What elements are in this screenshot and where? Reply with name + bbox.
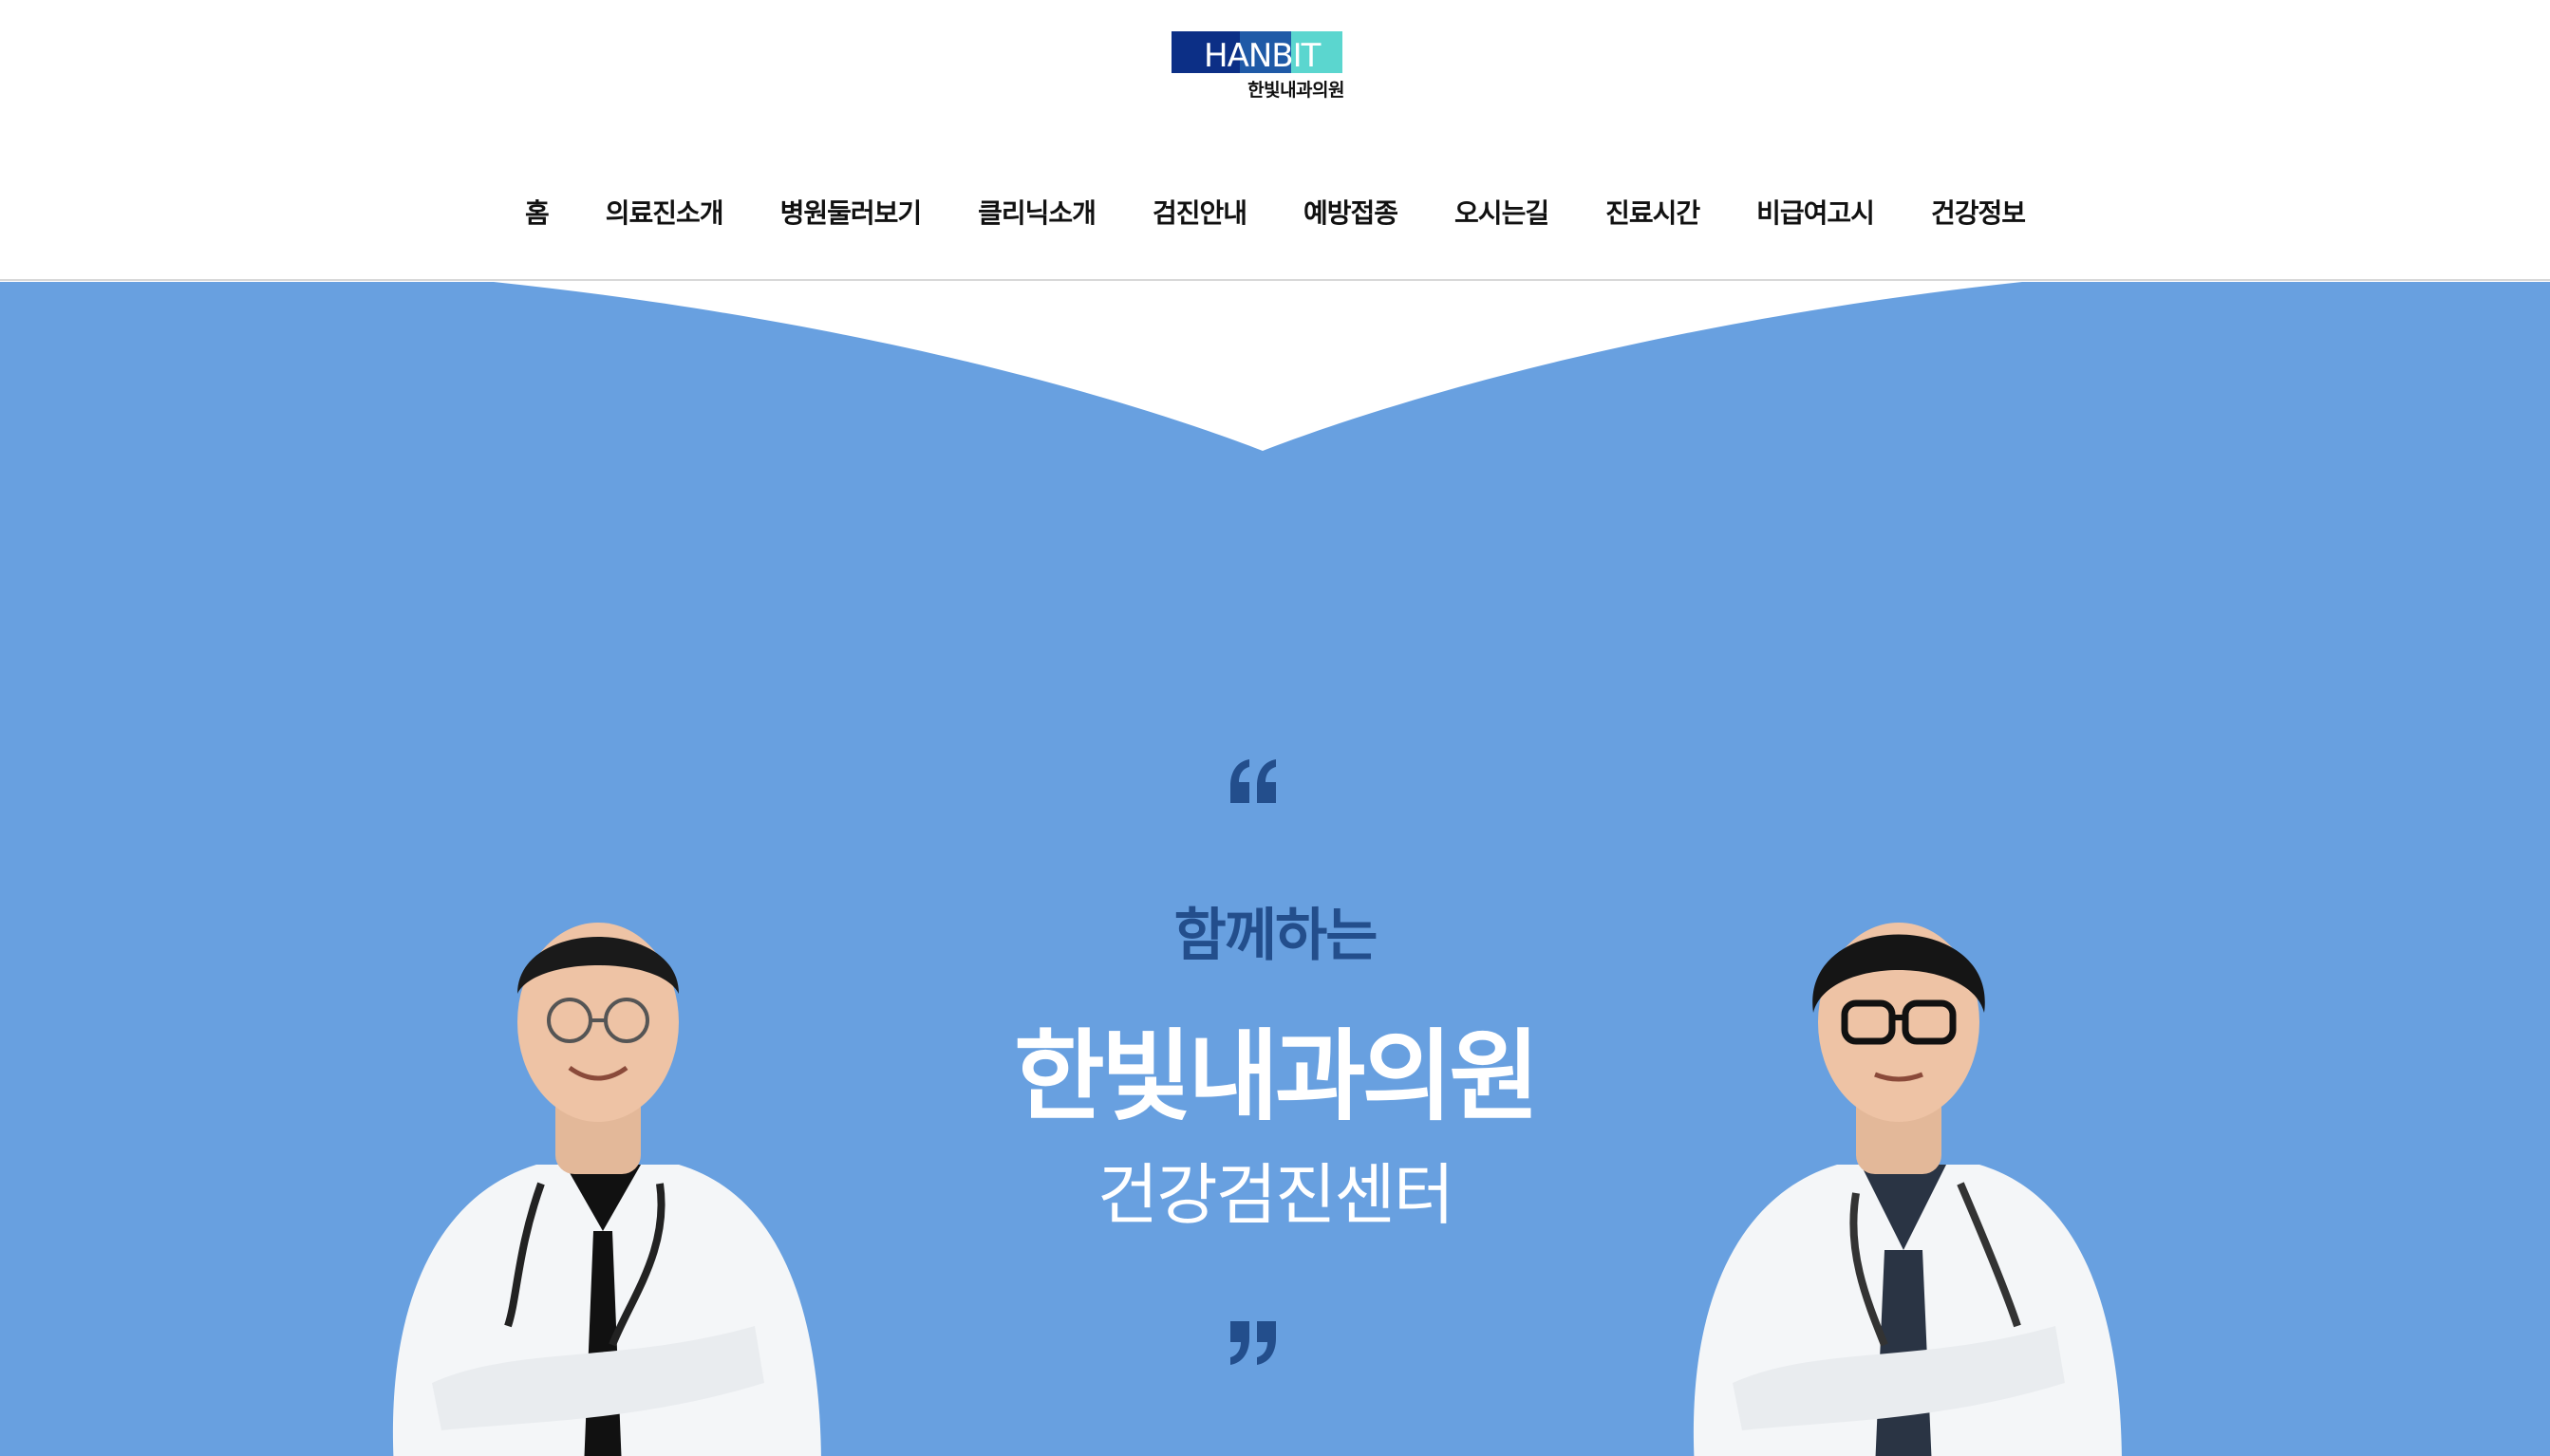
nav-item-hospital-tour[interactable]: 병원둘러보기	[752, 190, 950, 237]
nav-item-hours[interactable]: 진료시간	[1577, 190, 1728, 237]
hero-subtitle-bottom: 건강검진센터	[1097, 1156, 1454, 1234]
nav-item-vaccination[interactable]: 예방접종	[1275, 190, 1426, 237]
nav-list: 홈 의료진소개 병원둘러보기 클리닉소개 검진안내 예방접종 오시는길 진료시간…	[497, 190, 2053, 237]
hero-banner: 함께하는 한빛내과의원 건강검진센터	[0, 282, 2550, 1456]
main-nav: 홈 의료진소개 병원둘러보기 클리닉소개 검진안내 예방접종 오시는길 진료시간…	[0, 190, 2550, 237]
hanbit-logo[interactable]: HANBIT 한빛내과의원	[1172, 31, 1344, 102]
doctor-right-photo	[1694, 923, 2122, 1456]
nav-item-home[interactable]: 홈	[497, 190, 577, 237]
logo-subtitle: 한빛내과의원	[1247, 80, 1344, 101]
nav-item-clinics[interactable]: 클리닉소개	[949, 190, 1124, 237]
nav-item-directions[interactable]: 오시는길	[1426, 190, 1577, 237]
hero-notch-shape	[494, 282, 2022, 451]
quote-open-icon	[1230, 759, 1276, 803]
nav-item-checkup[interactable]: 검진안내	[1124, 190, 1275, 237]
hero-title: 한빛내과의원	[1013, 1018, 1540, 1134]
nav-item-non-covered-fees[interactable]: 비급여고시	[1728, 190, 1903, 237]
doctor-left-photo	[393, 923, 821, 1456]
quote-close-icon	[1230, 1321, 1276, 1365]
site-header: HANBIT 한빛내과의원 홈 의료진소개 병원둘러보기 클리닉소개 검진안내 …	[0, 0, 2550, 281]
nav-item-doctors[interactable]: 의료진소개	[577, 190, 752, 237]
page: HANBIT 한빛내과의원 홈 의료진소개 병원둘러보기 클리닉소개 검진안내 …	[0, 0, 2550, 1456]
nav-item-health-info[interactable]: 건강정보	[1903, 190, 2053, 237]
logo-wordmark: HANBIT	[1204, 37, 1321, 75]
hero-subtitle-top: 함께하는	[1173, 903, 1378, 969]
